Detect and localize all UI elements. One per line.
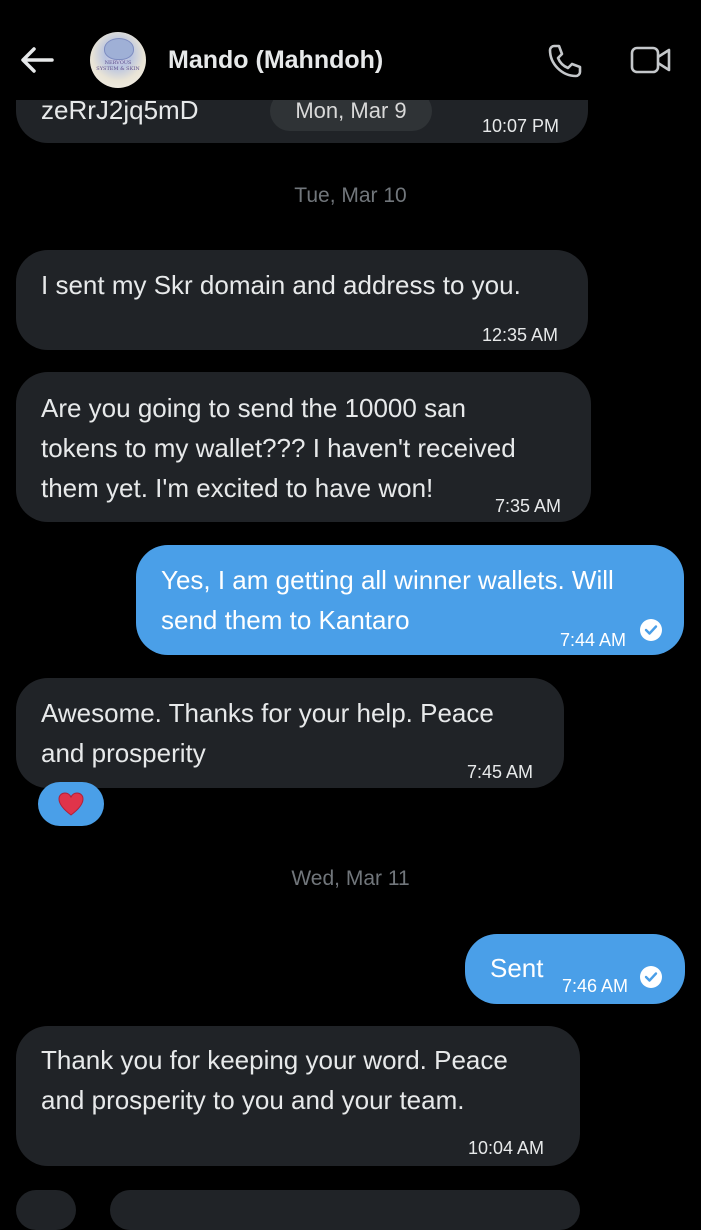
message-time: 7:35 AM (495, 496, 562, 516)
message-text-line: send them to Kantaro (161, 605, 410, 635)
message-text-line: Are you going to send the 10000 san (41, 393, 466, 423)
message-bubble-incoming[interactable]: Are you going to send the 10000 san toke… (16, 372, 591, 522)
message-bubble-outgoing[interactable]: Sent 7:46 AM (465, 934, 685, 1004)
message-text-line: tokens to my wallet??? I haven't receive… (41, 433, 516, 463)
message-bubble-partial (16, 1190, 76, 1230)
date-separator: Tue, Mar 10 (294, 184, 407, 207)
message-text-line: them yet. I'm excited to have won! (41, 473, 434, 503)
video-camera-icon[interactable] (630, 44, 672, 76)
message-bubble-partial (110, 1190, 580, 1230)
date-separator: Wed, Mar 11 (291, 867, 410, 890)
contact-name[interactable]: Mando (Mahndoh) (168, 46, 383, 75)
arrow-left-icon[interactable] (18, 44, 54, 76)
message-bubble-incoming[interactable]: Thank you for keeping your word. Peace a… (16, 1026, 580, 1166)
message-text-line: Yes, I am getting all winner wallets. Wi… (161, 565, 614, 595)
message-text: I sent my Skr domain and address to you. (41, 270, 521, 300)
message-text: Sent (490, 953, 544, 983)
brain-logo-icon (104, 38, 134, 60)
heart-icon (58, 792, 84, 816)
phone-icon[interactable] (546, 42, 584, 80)
message-text-line: Thank you for keeping your word. Peace (41, 1045, 508, 1075)
message-bubble-incoming[interactable]: Awesome. Thanks for your help. Peace and… (16, 678, 564, 788)
message-time: 10:04 AM (468, 1138, 545, 1158)
avatar-text: NERVOUS SYSTEM & SKIN (96, 60, 140, 72)
message-text-line: and prosperity to you and your team. (41, 1085, 465, 1115)
message-time: 10:07 PM (482, 116, 560, 136)
message-bubble-outgoing[interactable]: Yes, I am getting all winner wallets. Wi… (136, 545, 684, 655)
read-receipt-icon (640, 966, 662, 988)
message-time: 7:45 AM (467, 762, 534, 782)
message-text-line: and prosperity (41, 738, 206, 768)
contact-avatar[interactable]: NERVOUS SYSTEM & SKIN (90, 32, 146, 88)
message-bubble-incoming[interactable]: I sent my Skr domain and address to you.… (16, 250, 588, 350)
chat-header: NERVOUS SYSTEM & SKIN Mando (Mahndoh) (0, 0, 701, 100)
heart-reaction[interactable] (38, 782, 104, 826)
message-time: 7:46 AM (562, 976, 629, 996)
read-receipt-icon (640, 619, 662, 641)
message-time: 7:44 AM (560, 630, 627, 650)
message-text-line: Awesome. Thanks for your help. Peace (41, 698, 494, 728)
message-time: 12:35 AM (482, 325, 559, 345)
